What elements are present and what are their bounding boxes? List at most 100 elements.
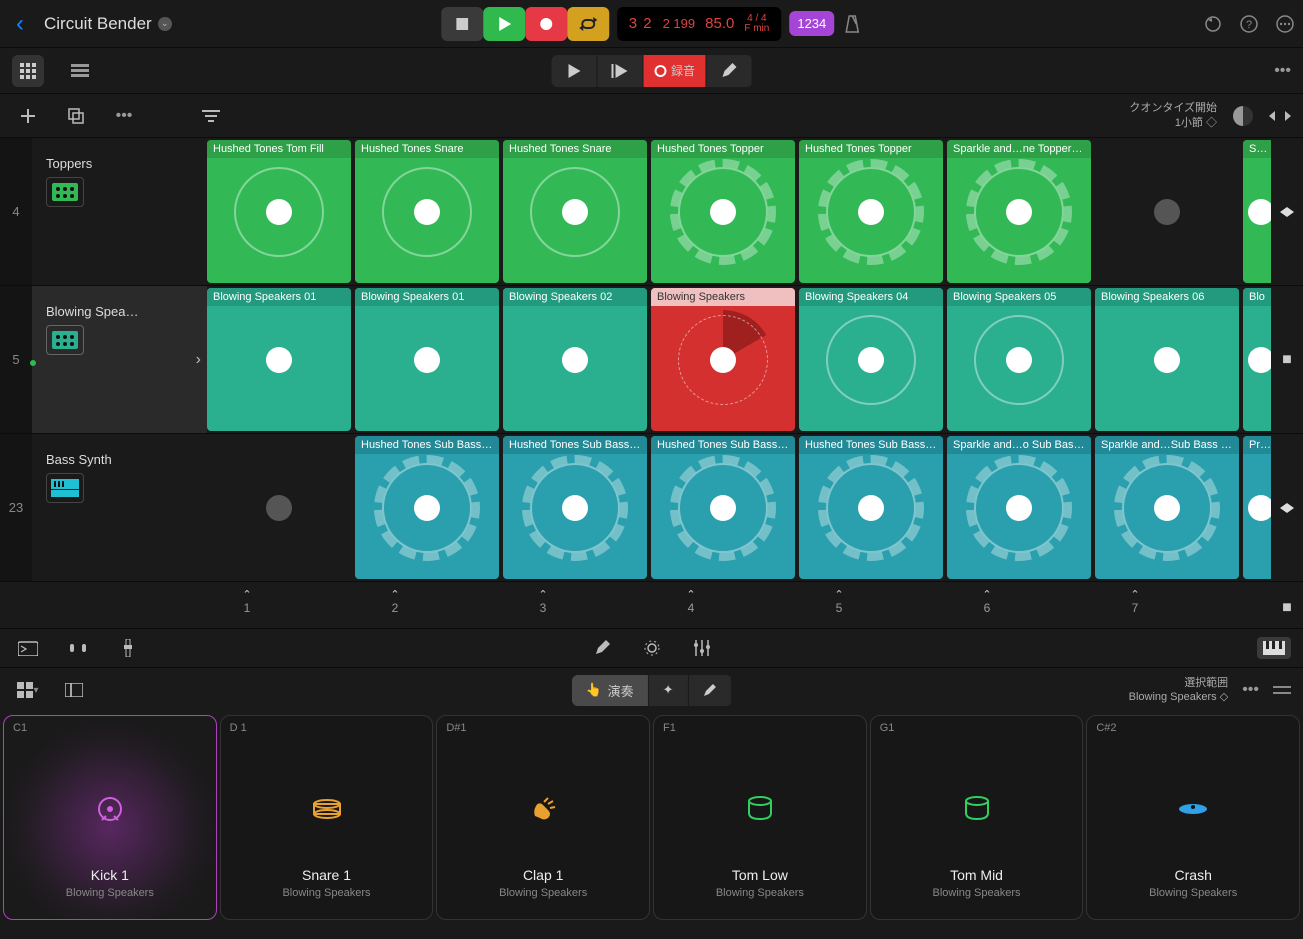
pad-kit-name: Blowing Speakers bbox=[654, 887, 866, 899]
track-header[interactable]: Blowing Spea… › bbox=[32, 286, 207, 433]
pad-layout-icon[interactable] bbox=[58, 674, 90, 706]
pad-grid-icon[interactable]: ▾ bbox=[12, 674, 44, 706]
track-instrument-icon[interactable] bbox=[46, 325, 84, 355]
list-view-button[interactable] bbox=[64, 55, 96, 87]
clip-cell[interactable]: Blowing Speakers 01 bbox=[207, 288, 351, 431]
scene-trigger[interactable]: ⌃1 bbox=[175, 588, 319, 628]
clip-cell[interactable]: Blowing Speakers 01 bbox=[355, 288, 499, 431]
scene-trigger[interactable]: ⌃2 bbox=[323, 588, 467, 628]
perform-mode-button[interactable]: 👆 演奏 bbox=[571, 675, 648, 706]
track-expand-button[interactable]: › bbox=[196, 351, 201, 369]
scene-trigger[interactable]: ⌃5 bbox=[767, 588, 911, 628]
edit-mode-button[interactable] bbox=[689, 675, 732, 706]
drum-pad[interactable]: G1 Tom Mid Blowing Speakers bbox=[870, 715, 1084, 920]
track-instrument-icon[interactable] bbox=[46, 177, 84, 207]
help-icon[interactable]: ? bbox=[1239, 14, 1259, 34]
play-button[interactable] bbox=[483, 7, 525, 41]
scene-trigger[interactable]: ⌃7 bbox=[1063, 588, 1207, 628]
clip-cell[interactable]: Blowing Speakers 02 bbox=[503, 288, 647, 431]
quantize-setting[interactable]: クオンタイズ開始 1小節 ◇ bbox=[1129, 101, 1217, 130]
more-icon[interactable] bbox=[1275, 14, 1295, 34]
target-mode-button[interactable]: ✦ bbox=[649, 675, 689, 706]
pad-icon bbox=[1178, 800, 1208, 818]
half-circle-icon[interactable] bbox=[1233, 106, 1253, 126]
scene-trigger[interactable]: ⌃6 bbox=[915, 588, 1059, 628]
add-track-button[interactable] bbox=[12, 100, 44, 132]
drum-pad[interactable]: F1 Tom Low Blowing Speakers bbox=[653, 715, 867, 920]
sliders-icon[interactable] bbox=[686, 632, 718, 664]
metronome-icon[interactable] bbox=[842, 14, 862, 34]
clip-cell[interactable]: Hushed Tones Snare bbox=[503, 140, 647, 283]
clip-cell[interactable]: Blowing Speakers 06 bbox=[1095, 288, 1239, 431]
fader-icon[interactable] bbox=[112, 632, 144, 664]
project-title[interactable]: Circuit Bender ⌄ bbox=[44, 14, 172, 34]
drum-pad[interactable]: D 1 Snare 1 Blowing Speakers bbox=[220, 715, 434, 920]
play-from-button[interactable] bbox=[597, 55, 643, 87]
track-more-icon[interactable]: ••• bbox=[108, 100, 140, 132]
count-in-button[interactable]: 1234 bbox=[789, 11, 834, 36]
gear-icon[interactable] bbox=[636, 632, 668, 664]
drum-pad[interactable]: C#2 Crash Blowing Speakers bbox=[1086, 715, 1300, 920]
handle-icon[interactable] bbox=[1273, 685, 1291, 695]
undo-icon[interactable] bbox=[1203, 14, 1223, 34]
keyboard-icon[interactable] bbox=[1257, 637, 1291, 659]
view-more-icon[interactable]: ••• bbox=[1274, 62, 1291, 80]
track-header[interactable]: Toppers bbox=[32, 138, 207, 285]
lcd-display[interactable]: 3 2 2 199 85.0 4 / 4 F min bbox=[617, 7, 782, 41]
clip-cell[interactable]: Press bbox=[1243, 436, 1271, 579]
selection-range[interactable]: 選択範囲 Blowing Speakers ◇ bbox=[1129, 676, 1229, 705]
drum-pad[interactable]: D#1 Clap 1 Blowing Speakers bbox=[436, 715, 650, 920]
stop-button[interactable] bbox=[441, 7, 483, 41]
session-record-button[interactable]: 録音 bbox=[643, 55, 706, 87]
edit-button[interactable] bbox=[706, 55, 752, 87]
clip-cell[interactable]: Blo bbox=[1243, 288, 1271, 431]
scene-stop-all[interactable]: ■ bbox=[1282, 599, 1292, 617]
row-play-icon[interactable] bbox=[1280, 205, 1294, 219]
clip-cell[interactable]: Hushed Tones Topper bbox=[651, 140, 795, 283]
track-header[interactable]: Bass Synth bbox=[32, 434, 207, 581]
pad-more-icon[interactable]: ••• bbox=[1242, 681, 1259, 699]
clip-cell[interactable]: Spark bbox=[1243, 140, 1271, 283]
clip-cell[interactable]: Hushed Tones Snare bbox=[355, 140, 499, 283]
clip-cell-playing[interactable]: Blowing Speakers bbox=[651, 288, 795, 431]
clip-cell[interactable]: Hushed Tones Tom Fill bbox=[207, 140, 351, 283]
horizontal-zoom-icon[interactable] bbox=[1269, 109, 1291, 123]
perform-label: 演奏 bbox=[608, 681, 634, 700]
filter-button[interactable] bbox=[195, 100, 227, 132]
clip-cell[interactable]: Hushed Tones Sub Bass 02 bbox=[503, 436, 647, 579]
row-play-icon[interactable] bbox=[1280, 501, 1294, 515]
pad-icon bbox=[530, 796, 556, 822]
clip-cell[interactable]: Sparkle and…Sub Bass 01 bbox=[1095, 436, 1239, 579]
drum-pad[interactable]: C1 Kick 1 Blowing Speakers bbox=[3, 715, 217, 920]
clip-cell[interactable]: Sparkle and…ne Topper 02 bbox=[947, 140, 1091, 283]
browser-icon[interactable] bbox=[12, 632, 44, 664]
empty-cell[interactable] bbox=[207, 436, 351, 579]
clip-cell[interactable]: Hushed Tones Sub Bass 02 bbox=[651, 436, 795, 579]
clip-cell[interactable]: Blowing Speakers 05 bbox=[947, 288, 1091, 431]
play-all-button[interactable] bbox=[551, 55, 597, 87]
grid-view-button[interactable] bbox=[12, 55, 44, 87]
clip-cell[interactable]: Hushed Tones Sub Bass 01 bbox=[799, 436, 943, 579]
clip-cell[interactable]: Blowing Speakers 04 bbox=[799, 288, 943, 431]
clip-cell[interactable]: Hushed Tones Sub Bass 02 bbox=[355, 436, 499, 579]
session-record-label: 録音 bbox=[671, 62, 695, 79]
cycle-button[interactable] bbox=[567, 7, 609, 41]
clip-label: Hushed Tones Tom Fill bbox=[207, 140, 351, 158]
track-instrument-icon[interactable] bbox=[46, 473, 84, 503]
pencil-icon[interactable] bbox=[586, 632, 618, 664]
scene-number: 2 bbox=[392, 601, 399, 615]
clip-cell[interactable]: Sparkle and…o Sub Bass 01 bbox=[947, 436, 1091, 579]
clip-label: Blowing Speakers 04 bbox=[799, 288, 943, 306]
empty-cell[interactable] bbox=[1095, 140, 1239, 283]
mixer-icon[interactable] bbox=[62, 632, 94, 664]
scene-trigger[interactable]: ⌃3 bbox=[471, 588, 615, 628]
clip-label: Sparkle and…o Sub Bass 01 bbox=[947, 436, 1091, 454]
pad-note: F1 bbox=[663, 722, 676, 734]
scene-trigger[interactable]: ⌃4 bbox=[619, 588, 763, 628]
svg-text:?: ? bbox=[1246, 19, 1252, 31]
back-button[interactable]: ‹ bbox=[8, 10, 32, 38]
record-button[interactable] bbox=[525, 7, 567, 41]
clip-cell[interactable]: Hushed Tones Topper bbox=[799, 140, 943, 283]
duplicate-track-button[interactable] bbox=[60, 100, 92, 132]
row-stop-icon[interactable]: ■ bbox=[1282, 351, 1292, 369]
